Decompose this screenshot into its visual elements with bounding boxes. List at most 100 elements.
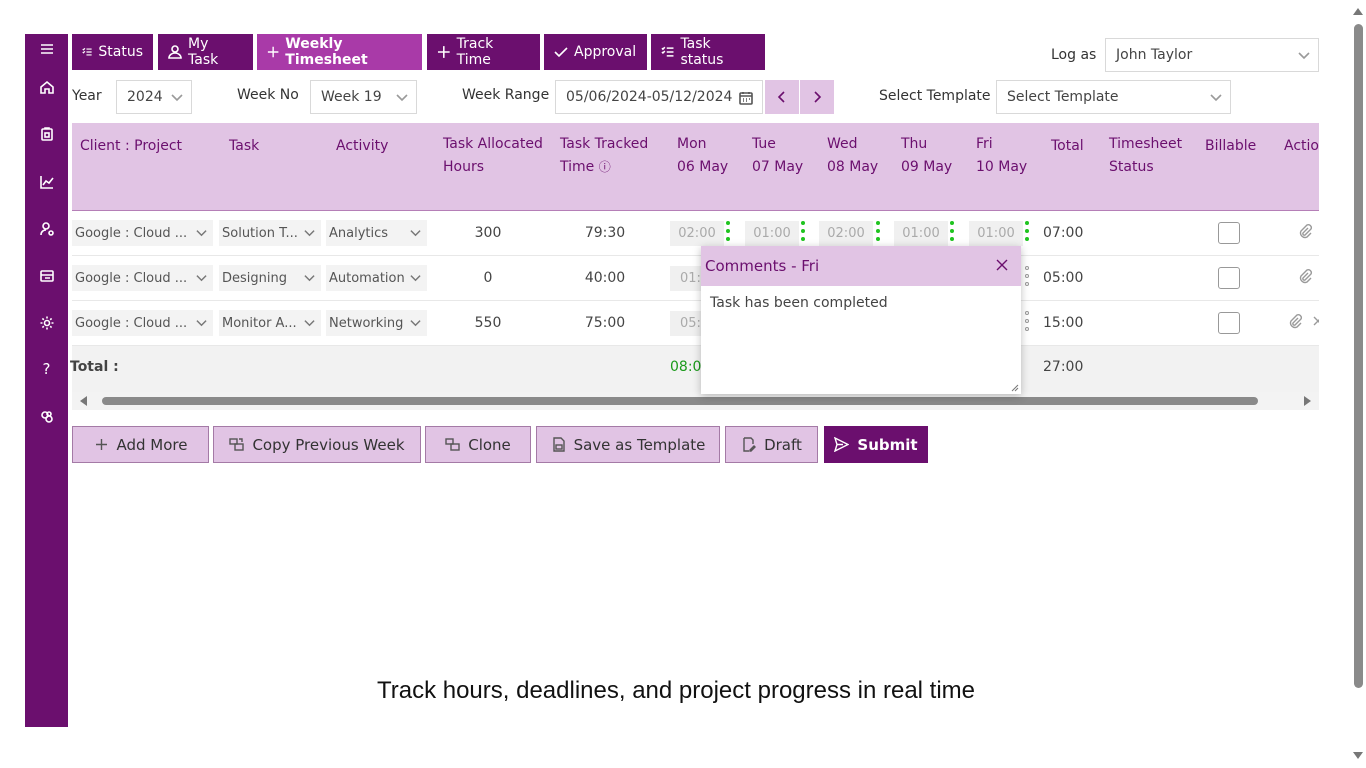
mon-hours-input[interactable]: 05:0 (670, 311, 709, 336)
home-icon[interactable] (25, 72, 68, 102)
activity-select[interactable]: Automation (326, 265, 427, 291)
horizontal-scrollbar[interactable] (72, 392, 1319, 410)
scroll-down-arrow-icon[interactable] (1353, 752, 1363, 759)
help-icon[interactable]: ? (25, 354, 68, 384)
log-as-select[interactable]: John Taylor (1105, 38, 1319, 72)
scroll-left-arrow-icon[interactable] (80, 396, 87, 406)
delete-icon[interactable] (1310, 313, 1319, 329)
timesheet-table-header: Client : Project Task Activity Task Allo… (72, 123, 1319, 211)
mon-total: 08:0 (670, 359, 702, 375)
week-select[interactable]: Week 19 (310, 80, 417, 114)
total-label: Total : (70, 359, 119, 375)
client-project-select[interactable]: Google : Cloud ... (72, 310, 213, 336)
mon-comment-menu-icon[interactable] (726, 221, 730, 245)
tab-my-task[interactable]: My Task (158, 34, 253, 70)
attachment-icon[interactable] (1297, 223, 1313, 239)
vertical-scrollbar[interactable] (1350, 0, 1366, 768)
tab-status[interactable]: Status (72, 34, 153, 70)
activity-select[interactable]: Networking (326, 310, 427, 336)
copy-previous-week-button[interactable]: Copy Previous Week (213, 426, 421, 463)
plus-icon (95, 439, 107, 450)
previous-week-button[interactable] (765, 80, 799, 114)
clone-button[interactable]: Clone (425, 426, 531, 463)
thu-comment-menu-icon[interactable] (950, 221, 954, 245)
template-value: Select Template (1007, 89, 1119, 105)
col-mon: Mon 06 May (677, 133, 728, 179)
tab-label: Weekly Timesheet (285, 36, 368, 68)
left-sidebar: ? (25, 34, 68, 727)
task-select[interactable]: Solution T... (219, 220, 321, 246)
tab-label: Approval (574, 44, 637, 60)
table-row: Google : Cloud ... Monitor A... Networki… (72, 301, 1319, 346)
info-icon[interactable]: ⓘ (599, 160, 611, 174)
scroll-up-arrow-icon[interactable] (1353, 8, 1363, 15)
year-select[interactable]: 2024 (116, 80, 192, 114)
col-billable: Billable (1205, 138, 1257, 154)
tab-approval[interactable]: Approval (544, 34, 647, 70)
user-icon (168, 45, 182, 59)
task-select[interactable]: Designing (219, 265, 321, 291)
week-range-label: Week Range (462, 87, 550, 103)
tue-comment-menu-icon[interactable] (801, 221, 805, 245)
button-label: Copy Previous Week (252, 435, 405, 454)
week-range-input[interactable]: 05/06/2024-05/12/2024 (555, 80, 763, 114)
fri-comment-menu-icon[interactable] (1025, 266, 1029, 290)
fri-comment-menu-icon[interactable] (1025, 221, 1029, 245)
week-range-value: 05/06/2024-05/12/2024 (566, 89, 733, 105)
gear-icon[interactable] (25, 308, 68, 338)
billable-checkbox[interactable] (1218, 312, 1240, 334)
submit-button[interactable]: Submit (824, 426, 928, 463)
hamburger-menu-icon[interactable] (25, 34, 68, 64)
thu-hours-input[interactable]: 01:00 (894, 221, 948, 246)
vertical-scroll-thumb[interactable] (1354, 24, 1363, 688)
save-as-template-button[interactable]: Save as Template (536, 426, 720, 463)
clipboard-icon[interactable] (25, 119, 68, 149)
scroll-right-arrow-icon[interactable] (1304, 396, 1311, 406)
mon-hours-input[interactable]: 01:0 (670, 266, 709, 291)
calendar-icon[interactable] (738, 90, 754, 106)
wed-comment-menu-icon[interactable] (876, 221, 880, 245)
chart-icon[interactable] (25, 167, 68, 197)
table-row: Google : Cloud ... Designing Automation … (72, 256, 1319, 301)
billable-checkbox[interactable] (1218, 267, 1240, 289)
chevron-down-icon (304, 317, 315, 328)
tab-weekly-timesheet[interactable]: Weekly Timesheet (257, 34, 422, 70)
comment-textarea[interactable]: Task has been completed (701, 286, 1021, 320)
client-project-select[interactable]: Google : Cloud ... (72, 220, 213, 246)
week-value: Week 19 (321, 89, 382, 105)
draft-button[interactable]: Draft (725, 426, 818, 463)
year-label: Year (72, 88, 102, 104)
resize-handle-icon[interactable] (1011, 384, 1019, 392)
user-settings-icon[interactable] (25, 214, 68, 244)
fri-comment-menu-icon[interactable] (1025, 311, 1029, 335)
col-wed: Wed 08 May (827, 133, 878, 179)
col-mon-day: Mon (677, 136, 707, 152)
chevron-down-icon (396, 91, 408, 103)
template-select[interactable]: Select Template (996, 80, 1231, 114)
tab-track-time[interactable]: Track Time (427, 34, 540, 70)
activity-select[interactable]: Analytics (326, 220, 427, 246)
add-more-button[interactable]: Add More (72, 426, 209, 463)
task-select[interactable]: Monitor A... (219, 310, 321, 336)
activity-value: Automation (329, 270, 405, 286)
billable-checkbox[interactable] (1218, 222, 1240, 244)
mon-hours-input[interactable]: 02:00 (670, 221, 724, 246)
fri-hours-input[interactable]: 01:00 (969, 221, 1023, 246)
allocated-hours: 0 (483, 270, 493, 286)
col-wed-day: Wed (827, 136, 858, 152)
activity-value: Networking (329, 315, 404, 331)
clone-icon (445, 438, 460, 451)
tue-hours-input[interactable]: 01:00 (745, 221, 799, 246)
client-project-select[interactable]: Google : Cloud ... (72, 265, 213, 291)
log-as-value: John Taylor (1116, 47, 1193, 63)
horizontal-scroll-thumb[interactable] (102, 397, 1258, 405)
attachment-icon[interactable] (1297, 268, 1313, 284)
tab-task-status[interactable]: Task status (651, 34, 765, 70)
wed-hours-input[interactable]: 02:00 (819, 221, 873, 246)
col-allocated: Task Allocated Hours (443, 133, 543, 179)
board-icon[interactable] (25, 261, 68, 291)
attachment-icon[interactable] (1287, 313, 1303, 329)
integrations-icon[interactable] (25, 402, 68, 432)
close-icon[interactable] (993, 256, 1011, 274)
next-week-button[interactable] (800, 80, 834, 114)
